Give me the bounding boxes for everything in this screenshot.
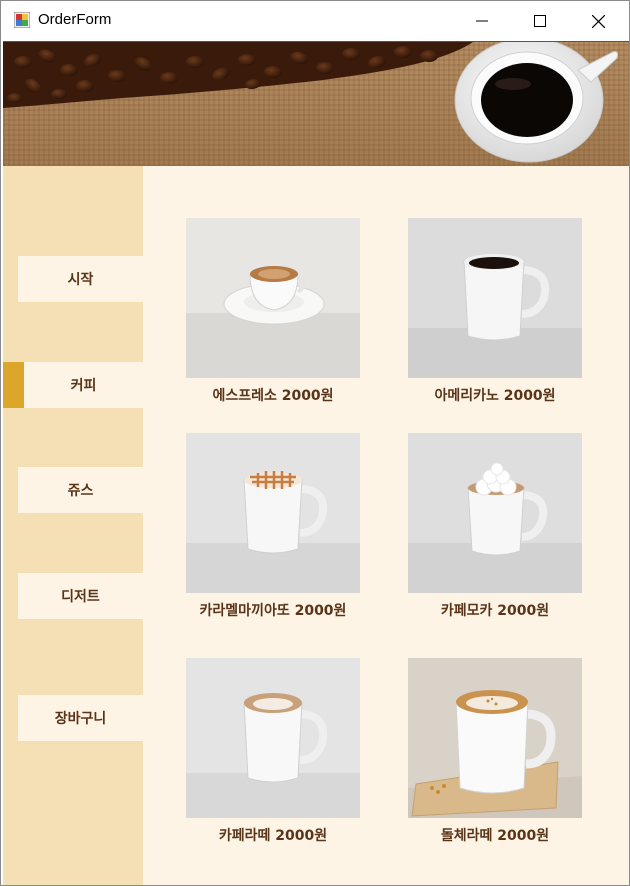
sidebar-item-dessert[interactable]: 디저트	[18, 573, 143, 619]
menu-grid: 에스프레소 2000원 아메리카노 2000원 카라멜마끼아또 2000원 카페…	[143, 166, 629, 885]
coffee-banner-image	[3, 41, 629, 167]
sidebar-item-juice[interactable]: 쥬스	[18, 467, 143, 513]
espresso-image[interactable]	[186, 218, 360, 378]
maximize-button[interactable]	[511, 1, 569, 41]
dolce-latte-image[interactable]	[408, 658, 582, 818]
sidebar-item-label: 쥬스	[67, 483, 94, 499]
sidebar-item-label: 커피	[70, 378, 97, 394]
sidebar-item-coffee[interactable]: 커피	[24, 362, 143, 408]
sidebar-item-cart[interactable]: 장바구니	[18, 695, 143, 741]
sidebar-item-start[interactable]: 시작	[18, 256, 143, 302]
menu-item-caption: 카라멜마끼아또 2000원	[199, 603, 347, 619]
menu-item-caption: 아메리카노 2000원	[434, 388, 556, 404]
menu-item-caption: 에스프레소 2000원	[212, 388, 334, 404]
sidebar: 시작 커피 쥬스 디저트 장바구니	[3, 166, 143, 885]
minimize-button[interactable]	[453, 1, 511, 41]
minimize-icon	[476, 15, 488, 27]
maximize-icon	[534, 15, 546, 27]
americano-image[interactable]	[408, 218, 582, 378]
sidebar-item-label: 장바구니	[54, 711, 107, 727]
sidebar-item-label: 시작	[67, 272, 94, 288]
menu-item-caption: 카페라떼 2000원	[218, 828, 328, 844]
close-button[interactable]	[569, 1, 627, 41]
caramel-macchiato-image[interactable]	[186, 433, 360, 593]
order-form-window: OrderForm 시작 커피 쥬스 디저트 장바구니 에스프레소 2000원 …	[0, 0, 630, 886]
caffe-latte-image[interactable]	[186, 658, 360, 818]
menu-item-caption: 카페모카 2000원	[440, 603, 550, 619]
close-icon	[591, 14, 605, 28]
title-bar[interactable]: OrderForm	[1, 1, 629, 41]
caffe-mocha-image[interactable]	[408, 433, 582, 593]
sidebar-item-label: 디저트	[61, 589, 100, 605]
window-title: OrderForm	[38, 11, 112, 28]
menu-item-caption: 돌체라떼 2000원	[440, 828, 550, 844]
active-indicator	[3, 362, 24, 408]
app-icon[interactable]	[13, 11, 31, 29]
